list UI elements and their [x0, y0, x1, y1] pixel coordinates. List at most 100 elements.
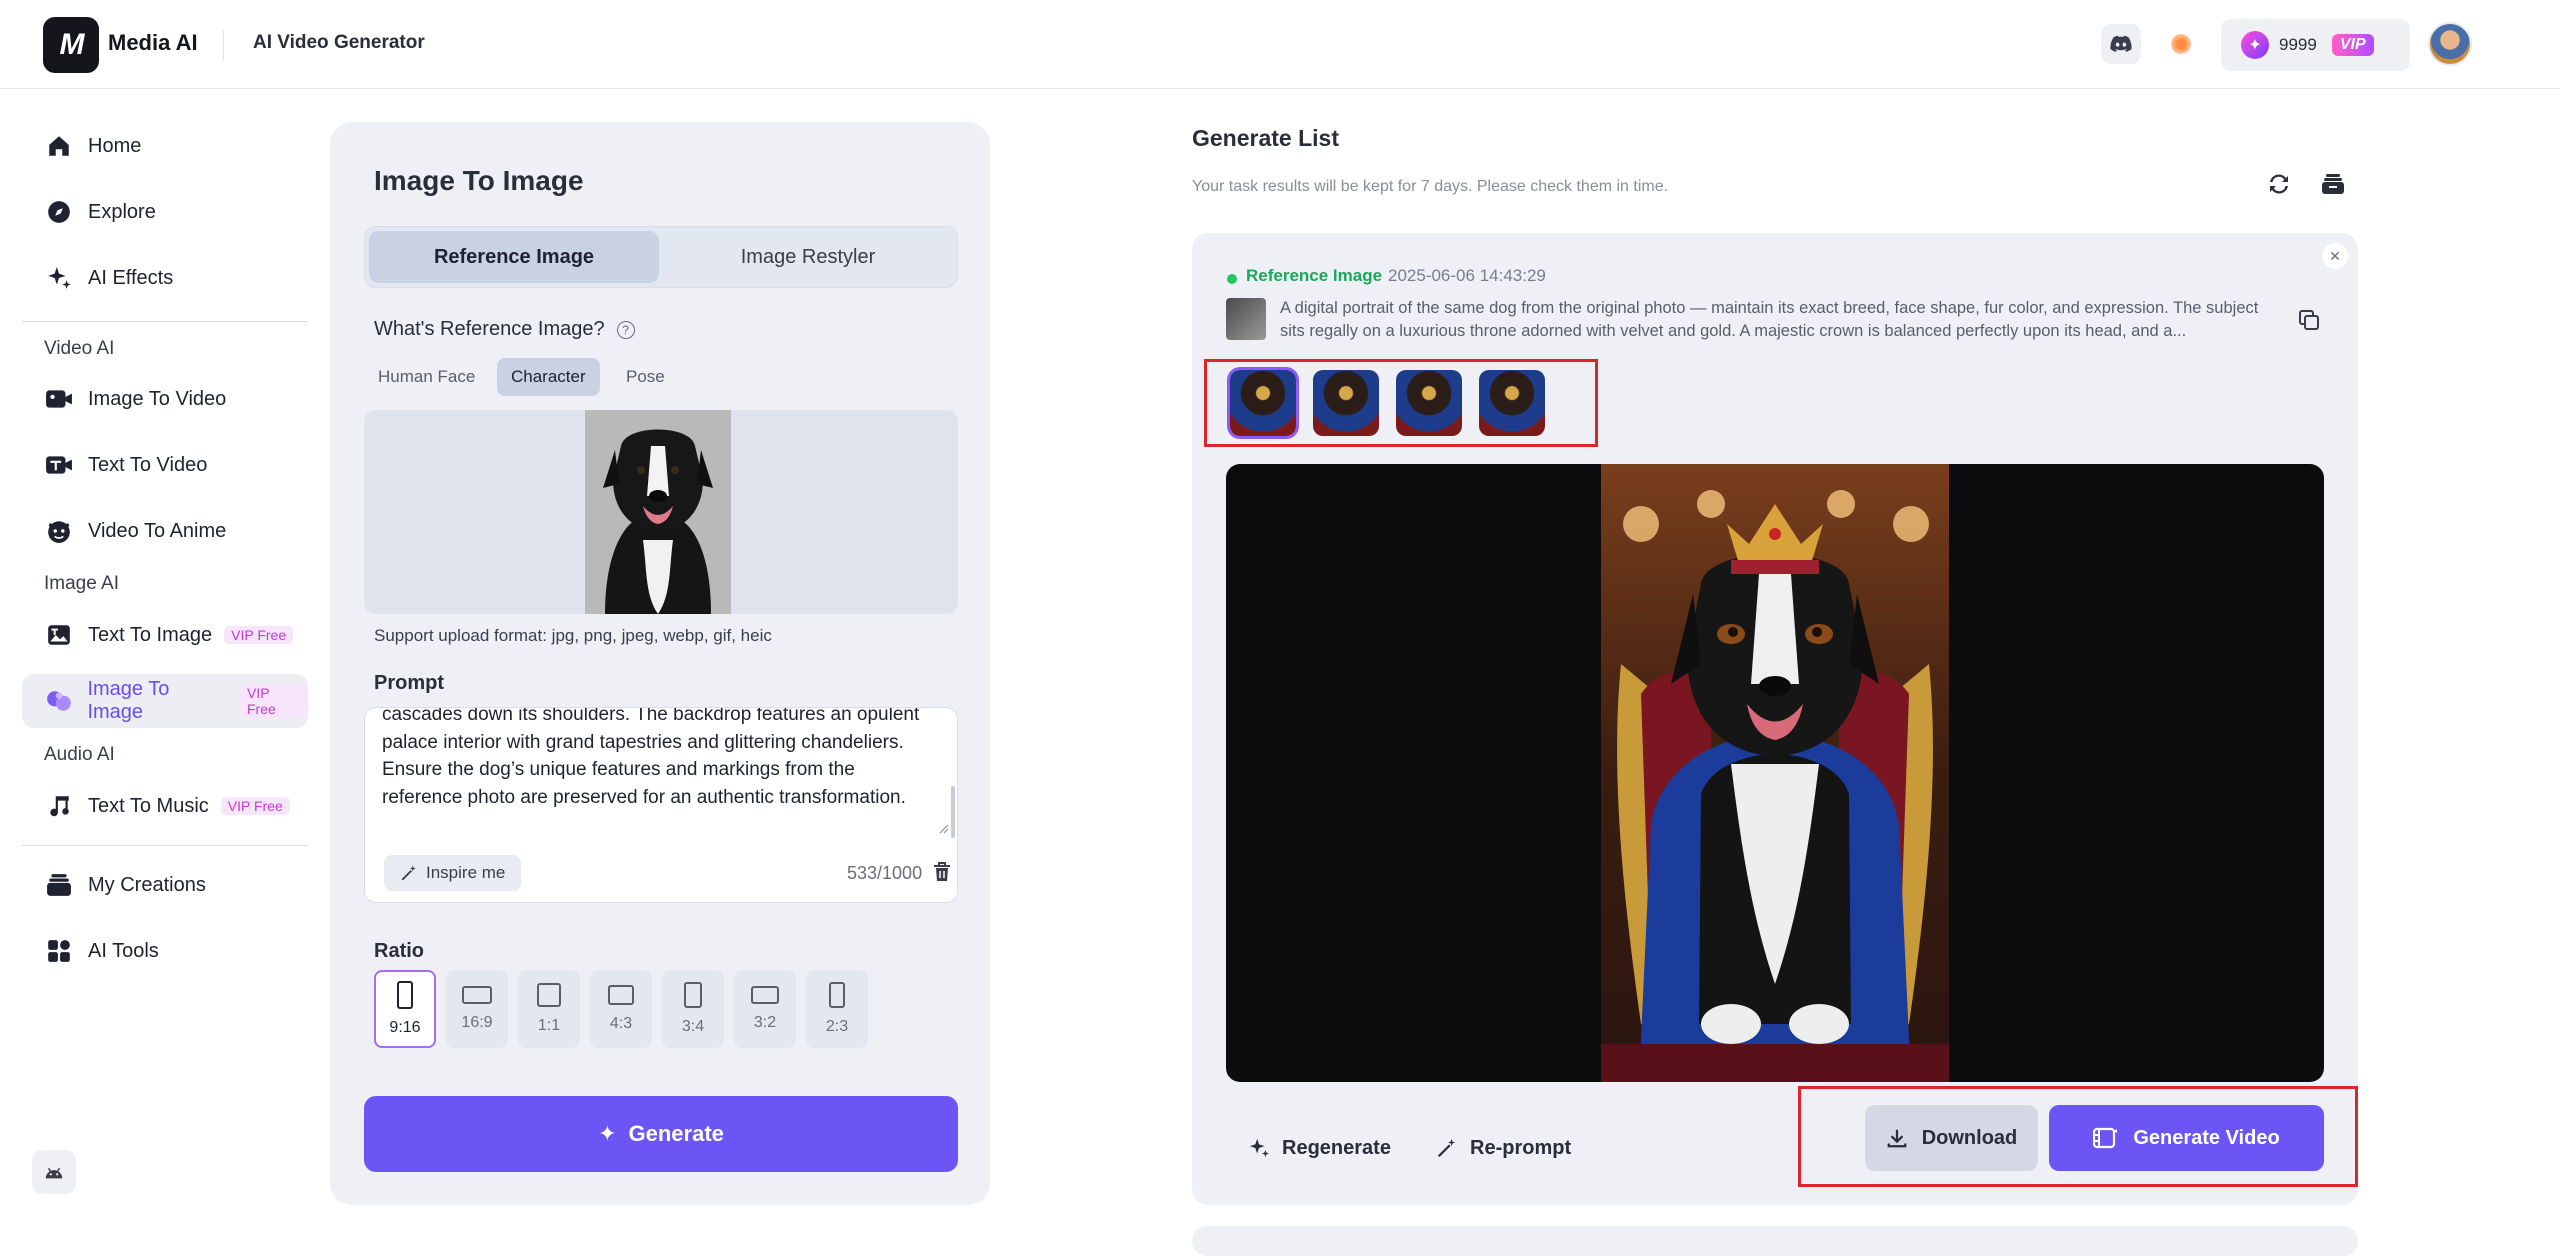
credits-pill[interactable]: ✦ 9999 VIP — [2221, 19, 2410, 71]
refresh-icon[interactable] — [2266, 172, 2292, 196]
trash-icon[interactable] — [932, 861, 952, 883]
resize-handle-icon[interactable] — [939, 824, 949, 834]
sidebar-item-image-to-video[interactable]: Image To Video — [22, 372, 308, 426]
sidebar-item-home[interactable]: Home — [22, 119, 308, 173]
regenerate-button[interactable]: Regenerate — [1248, 1120, 1391, 1176]
sidebar-item-ai-tools[interactable]: AI Tools — [22, 924, 308, 978]
generate-video-button[interactable]: Generate Video — [2049, 1105, 2324, 1171]
magic-wand-icon — [1437, 1138, 1456, 1158]
app-logo[interactable]: M — [43, 17, 99, 73]
sidebar-item-label: Text To Video — [88, 453, 208, 476]
sparkles-icon — [44, 263, 74, 293]
sidebar-item-image-to-image[interactable]: Image To Image VIP Free — [22, 674, 309, 728]
sidebar-item-explore[interactable]: Explore — [22, 185, 308, 239]
magic-wand-icon — [401, 865, 416, 881]
top-bar: M Media AI AI Video Generator ✦ 9999 VIP — [0, 0, 2560, 89]
sidebar-item-text-to-video[interactable]: Text To Video — [22, 438, 308, 492]
support-formats: Support upload format: jpg, png, jpeg, w… — [374, 626, 772, 645]
ratio-text: 16:9 — [461, 1014, 493, 1031]
ref-type-character[interactable]: Character — [497, 358, 600, 396]
reprompt-button[interactable]: Re-prompt — [1436, 1120, 1571, 1176]
ratio-3-2[interactable]: 3:2 — [734, 970, 796, 1048]
vip-free-badge: VIP Free — [239, 684, 309, 718]
ref-type-human-face[interactable]: Human Face — [364, 358, 489, 396]
brand-name[interactable]: Media AI — [108, 30, 198, 56]
sidebar-item-label: Image To Image — [87, 678, 170, 723]
prompt-scrollbar[interactable] — [951, 786, 955, 838]
sidebar-item-video-to-anime[interactable]: Video To Anime — [22, 504, 308, 558]
result-thumbnail-4[interactable] — [1479, 370, 1545, 436]
generate-label: Generate — [628, 1121, 724, 1146]
sidebar-item-my-creations[interactable]: My Creations — [22, 858, 308, 912]
stack-icon[interactable] — [2321, 172, 2345, 196]
prompt-label: Prompt — [374, 672, 444, 694]
generate-list-title: Generate List — [1192, 125, 1339, 151]
generated-dog-king-image[interactable] — [1601, 464, 1949, 1082]
grid-icon — [44, 936, 74, 966]
music-note-icon — [44, 791, 74, 821]
film-icon — [2093, 1127, 2118, 1149]
task-reference-thumbnail[interactable] — [1226, 298, 1266, 340]
upload-area[interactable] — [364, 410, 958, 614]
prompt-textarea[interactable]: cascades down its shoulders. The backdro… — [364, 707, 958, 903]
inspire-me-button[interactable]: Inspire me — [384, 855, 522, 891]
tab-image-restyler[interactable]: Image Restyler — [663, 231, 953, 283]
text-image-icon — [44, 620, 74, 650]
generate-list-subtitle: Your task results will be kept for 7 day… — [1192, 178, 1669, 195]
ratio-9-16[interactable]: 9:16 — [374, 970, 436, 1048]
discord-button[interactable] — [2101, 24, 2141, 64]
anime-face-icon — [44, 516, 74, 546]
copy-icon[interactable] — [2298, 309, 2320, 331]
sidebar-item-label: Image To Video — [88, 387, 227, 410]
generate-button[interactable]: ✦ Generate — [364, 1096, 958, 1172]
ratio-shape-icon — [397, 981, 413, 1009]
ratio-text: 3:2 — [753, 1014, 777, 1031]
sidebar-item-text-to-image[interactable]: Text To Image VIP Free — [22, 608, 308, 662]
ratio-4-3[interactable]: 4:3 — [590, 970, 652, 1048]
ratio-16-9[interactable]: 16:9 — [446, 970, 508, 1048]
result-thumbnail-3[interactable] — [1396, 370, 1462, 436]
ref-type-pose[interactable]: Pose — [612, 358, 679, 396]
sidebar-item-ai-effects[interactable]: AI Effects — [22, 251, 308, 305]
sidebar-item-label: Explore — [88, 200, 156, 223]
ratio-3-4[interactable]: 3:4 — [662, 970, 724, 1048]
download-button[interactable]: Download — [1865, 1105, 2038, 1171]
ratio-text: 2:3 — [825, 1018, 849, 1035]
compass-icon — [44, 197, 74, 227]
ratio-text: 9:16 — [389, 1019, 421, 1036]
status-dot — [1227, 274, 1237, 284]
reference-dog-photo[interactable] — [585, 410, 731, 614]
image-image-icon — [44, 686, 73, 716]
ratio-1-1[interactable]: 1:1 — [518, 970, 580, 1048]
divider — [22, 845, 308, 846]
sparkles-icon — [1249, 1138, 1270, 1158]
reprompt-label: Re-prompt — [1470, 1136, 1572, 1159]
avatar[interactable] — [2428, 22, 2472, 66]
ratio-text: 1:1 — [537, 1017, 561, 1034]
gem-icon: ✦ — [2241, 31, 2269, 59]
ratio-shape-icon — [608, 985, 634, 1005]
download-label: Download — [1921, 1126, 2018, 1149]
app-title: AI Video Generator — [253, 32, 425, 53]
sidebar-item-label: AI Effects — [88, 266, 174, 289]
mode-tabs: Reference Image Image Restyler — [364, 226, 958, 288]
close-icon[interactable]: ✕ — [2322, 243, 2348, 269]
ratio-shape-icon — [684, 982, 702, 1008]
sidebar-item-label: Home — [88, 134, 142, 157]
android-icon — [45, 1167, 63, 1179]
char-counter: 533/1000 — [847, 863, 923, 883]
ratio-shape-icon — [751, 986, 779, 1004]
prompt-text[interactable]: cascades down its shoulders. The backdro… — [382, 708, 930, 811]
help-icon[interactable]: ? — [616, 320, 635, 339]
tab-reference-image[interactable]: Reference Image — [369, 231, 659, 283]
ratio-2-3[interactable]: 2:3 — [806, 970, 868, 1048]
section-video-ai: Video AI — [44, 338, 115, 359]
android-app-button[interactable] — [32, 1150, 76, 1194]
download-icon — [1887, 1129, 1907, 1148]
notification-dot[interactable] — [2171, 34, 2191, 54]
result-viewer — [1226, 464, 2324, 1082]
result-thumbnail-1[interactable] — [1230, 370, 1296, 436]
divider — [223, 30, 224, 60]
sidebar-item-text-to-music[interactable]: Text To Music VIP Free — [22, 779, 308, 833]
result-thumbnail-2[interactable] — [1313, 370, 1379, 436]
